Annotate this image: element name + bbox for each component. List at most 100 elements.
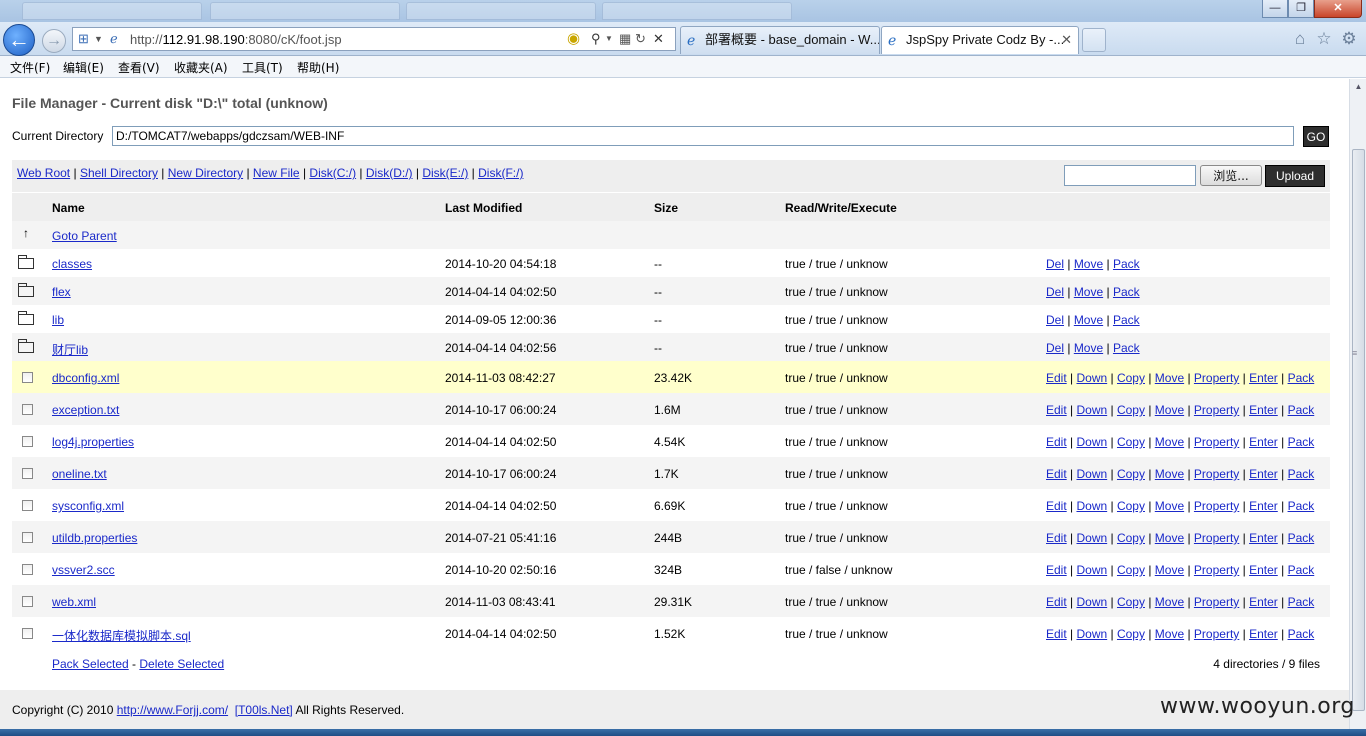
action-property-link[interactable]: Property [1194,499,1239,513]
vertical-scrollbar[interactable]: ▲ ≡ [1349,79,1366,729]
link-new-file[interactable]: New File [253,166,300,180]
current-directory-input[interactable] [112,126,1294,146]
action-copy-link[interactable]: Copy [1117,435,1145,449]
file-name-link[interactable]: web.xml [52,595,96,609]
compat-view-icon[interactable]: ▦ [619,30,631,48]
star-icon[interactable]: ☆ [1314,28,1334,50]
file-checkbox[interactable] [22,627,33,641]
checkbox-box-icon[interactable] [22,564,33,575]
action-move-link[interactable]: Move [1074,257,1103,271]
action-copy-link[interactable]: Copy [1117,371,1145,385]
back-arrow-icon[interactable]: ← [3,24,35,56]
action-enter-link[interactable]: Enter [1249,435,1278,449]
action-edit-link[interactable]: Edit [1046,627,1067,641]
action-property-link[interactable]: Property [1194,403,1239,417]
directory-name-link[interactable]: flex [52,285,71,299]
gear-icon[interactable]: ⚙ [1339,28,1359,50]
file-checkbox[interactable] [22,499,33,513]
action-move-link[interactable]: Move [1155,499,1184,513]
menu-view[interactable]: 查看(V) [118,59,160,76]
action-edit-link[interactable]: Edit [1046,531,1067,545]
action-edit-link[interactable]: Edit [1046,467,1067,481]
browse-button[interactable]: 浏览... [1200,165,1262,186]
action-move-link[interactable]: Move [1074,341,1103,355]
action-edit-link[interactable]: Edit [1046,563,1067,577]
action-enter-link[interactable]: Enter [1249,371,1278,385]
action-move-link[interactable]: Move [1155,531,1184,545]
action-del-link[interactable]: Del [1046,257,1064,271]
menu-help[interactable]: 帮助(H) [297,59,339,76]
action-edit-link[interactable]: Edit [1046,435,1067,449]
action-enter-link[interactable]: Enter [1249,563,1278,577]
action-copy-link[interactable]: Copy [1117,563,1145,577]
action-pack-link[interactable]: Pack [1113,257,1140,271]
action-pack-link[interactable]: Pack [1288,531,1315,545]
forjj-link[interactable]: http://www.Forjj.com/ [117,703,228,717]
action-pack-link[interactable]: Pack [1288,499,1315,513]
action-pack-link[interactable]: Pack [1288,595,1315,609]
action-property-link[interactable]: Property [1194,467,1239,481]
action-del-link[interactable]: Del [1046,341,1064,355]
search-icon[interactable]: ⚲ [591,30,601,48]
action-down-link[interactable]: Down [1076,499,1107,513]
action-down-link[interactable]: Down [1076,563,1107,577]
action-move-link[interactable]: Move [1155,435,1184,449]
action-pack-link[interactable]: Pack [1288,371,1315,385]
go-button[interactable]: GO [1303,126,1329,147]
upload-button[interactable]: Upload [1265,165,1325,187]
goto-parent-link[interactable]: Goto Parent [52,229,117,243]
t00ls-link[interactable]: [T00ls.Net] [235,703,293,717]
home-icon[interactable]: ⌂ [1290,28,1310,50]
address-bar[interactable]: ⊞ ▼ ℯ http://112.91.98.190:8080/cK/foot.… [72,27,676,51]
file-checkbox[interactable] [22,435,33,449]
action-enter-link[interactable]: Enter [1249,467,1278,481]
browser-tab-deploy[interactable]: ℯ 部署概要 - base_domain - W... [680,26,880,54]
stop-icon[interactable]: ✕ [653,30,664,48]
checkbox-box-icon[interactable] [22,532,33,543]
file-checkbox[interactable] [22,371,33,385]
action-property-link[interactable]: Property [1194,595,1239,609]
action-enter-link[interactable]: Enter [1249,531,1278,545]
action-enter-link[interactable]: Enter [1249,627,1278,641]
action-pack-link[interactable]: Pack [1288,563,1315,577]
action-edit-link[interactable]: Edit [1046,403,1067,417]
file-name-link[interactable]: utildb.properties [52,531,137,545]
action-edit-link[interactable]: Edit [1046,371,1067,385]
action-move-link[interactable]: Move [1155,563,1184,577]
menu-favorites[interactable]: 收藏夹(A) [174,59,228,76]
file-name-link[interactable]: oneline.txt [52,467,107,481]
checkbox-box-icon[interactable] [22,500,33,511]
checkbox-box-icon[interactable] [22,372,33,383]
action-down-link[interactable]: Down [1076,627,1107,641]
action-move-link[interactable]: Move [1155,595,1184,609]
addon-icon[interactable]: ◉ [567,30,580,48]
directory-name-link[interactable]: lib [52,313,64,327]
browser-tab-jspspy[interactable]: ℯ JspSpy Private Codz By -... ✕ [881,26,1079,54]
window-close-icon[interactable]: ✕ [1314,0,1362,18]
action-down-link[interactable]: Down [1076,467,1107,481]
checkbox-box-icon[interactable] [22,628,33,639]
action-edit-link[interactable]: Edit [1046,499,1067,513]
scroll-up-icon[interactable]: ▲ [1351,79,1366,95]
action-copy-link[interactable]: Copy [1117,403,1145,417]
action-down-link[interactable]: Down [1076,371,1107,385]
action-copy-link[interactable]: Copy [1117,531,1145,545]
action-pack-link[interactable]: Pack [1288,467,1315,481]
file-name-link[interactable]: sysconfig.xml [52,499,124,513]
action-edit-link[interactable]: Edit [1046,595,1067,609]
action-down-link[interactable]: Down [1076,531,1107,545]
checkbox-box-icon[interactable] [22,404,33,415]
link-web-root[interactable]: Web Root [17,166,70,180]
action-pack-link[interactable]: Pack [1113,285,1140,299]
action-copy-link[interactable]: Copy [1117,627,1145,641]
menu-tools[interactable]: 工具(T) [242,59,283,76]
action-enter-link[interactable]: Enter [1249,403,1278,417]
link-disk-f[interactable]: Disk(F:/) [478,166,523,180]
tab-close-icon[interactable]: ✕ [1061,27,1072,53]
action-copy-link[interactable]: Copy [1117,467,1145,481]
action-property-link[interactable]: Property [1194,531,1239,545]
checkbox-box-icon[interactable] [22,468,33,479]
url-text[interactable]: http://112.91.98.190:8080/cK/foot.jsp [130,32,342,47]
link-disk-d[interactable]: Disk(D:/) [366,166,413,180]
search-dropdown-icon[interactable]: ▼ [605,30,613,48]
